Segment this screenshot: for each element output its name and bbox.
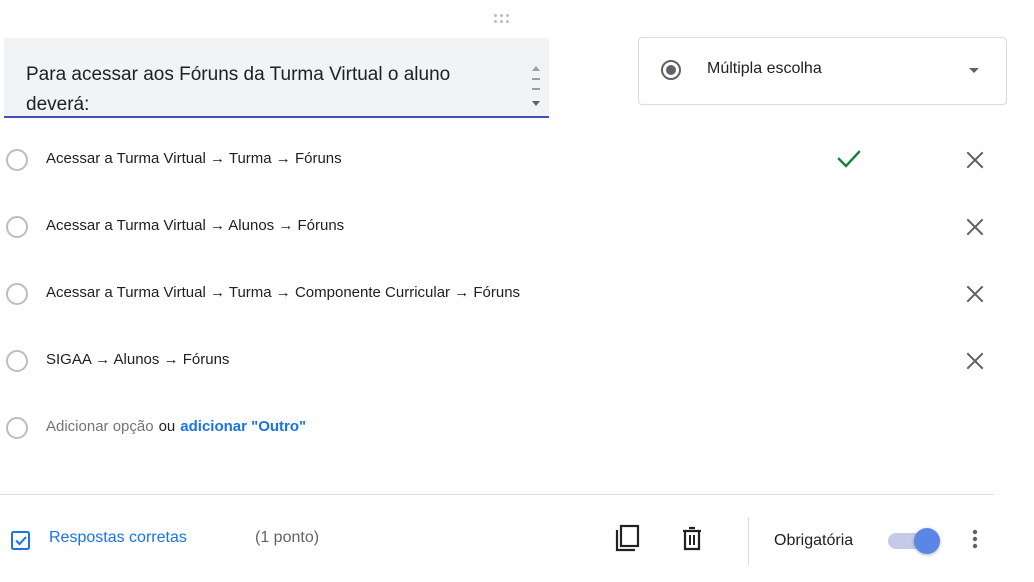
duplicate-icon[interactable] (613, 524, 641, 554)
option-label[interactable]: Acessar a Turma Virtual → Turma → Fóruns (46, 150, 342, 167)
answer-key-label: Respostas corretas (49, 529, 187, 546)
scroll-down-icon[interactable] (532, 101, 540, 106)
option-row[interactable]: SIGAA → Alunos → Fóruns (0, 341, 1034, 381)
option-row[interactable]: Acessar a Turma Virtual → Turma → Compon… (0, 274, 1034, 314)
close-icon[interactable] (964, 350, 986, 372)
option-label[interactable]: Acessar a Turma Virtual → Turma → Compon… (46, 284, 520, 301)
points-label: (1 ponto) (255, 529, 320, 546)
radio-button-checked-icon (661, 60, 681, 80)
radio-empty-icon (6, 417, 28, 439)
question-title-text[interactable]: Para acessar aos Fóruns da Turma Virtual… (26, 60, 496, 116)
question-title-field[interactable]: Para acessar aos Fóruns da Turma Virtual… (4, 38, 549, 118)
question-scrollbar[interactable] (529, 64, 543, 108)
close-icon[interactable] (964, 283, 986, 305)
close-icon[interactable] (964, 149, 986, 171)
add-option-field[interactable]: Adicionar opção (46, 418, 154, 435)
radio-empty-icon (6, 283, 28, 305)
footer-divider (0, 494, 994, 495)
add-option-text: Adicionar opção ou adicionar "Outro" (46, 418, 306, 435)
more-vert-icon[interactable] (963, 527, 987, 551)
or-label: ou (158, 418, 176, 435)
radio-empty-icon (6, 216, 28, 238)
option-label[interactable]: SIGAA → Alunos → Fóruns (46, 351, 229, 368)
question-type-label: Múltipla escolha (707, 60, 822, 77)
drag-handle-icon[interactable] (486, 10, 516, 26)
checkbox-checked-icon (11, 531, 30, 550)
scroll-up-icon[interactable] (532, 66, 540, 71)
required-toggle[interactable] (888, 528, 942, 556)
radio-empty-icon (6, 149, 28, 171)
trash-icon[interactable] (680, 526, 704, 552)
check-icon (837, 150, 861, 168)
option-row[interactable]: Acessar a Turma Virtual → Turma → Fóruns (0, 140, 1034, 180)
required-label: Obrigatória (774, 532, 854, 549)
add-other-link[interactable]: adicionar "Outro" (180, 418, 306, 435)
add-option-row: Adicionar opção ou adicionar "Outro" (0, 408, 1034, 448)
radio-empty-icon (6, 350, 28, 372)
footer-vertical-divider (748, 517, 749, 565)
option-label[interactable]: Acessar a Turma Virtual → Alunos → Fórun… (46, 217, 344, 234)
caret-down-icon (969, 68, 979, 73)
scroll-thumb[interactable] (532, 78, 540, 90)
question-type-dropdown[interactable]: Múltipla escolha (638, 37, 1007, 105)
toggle-knob (914, 528, 940, 554)
option-row[interactable]: Acessar a Turma Virtual → Alunos → Fórun… (0, 207, 1034, 247)
close-icon[interactable] (964, 216, 986, 238)
